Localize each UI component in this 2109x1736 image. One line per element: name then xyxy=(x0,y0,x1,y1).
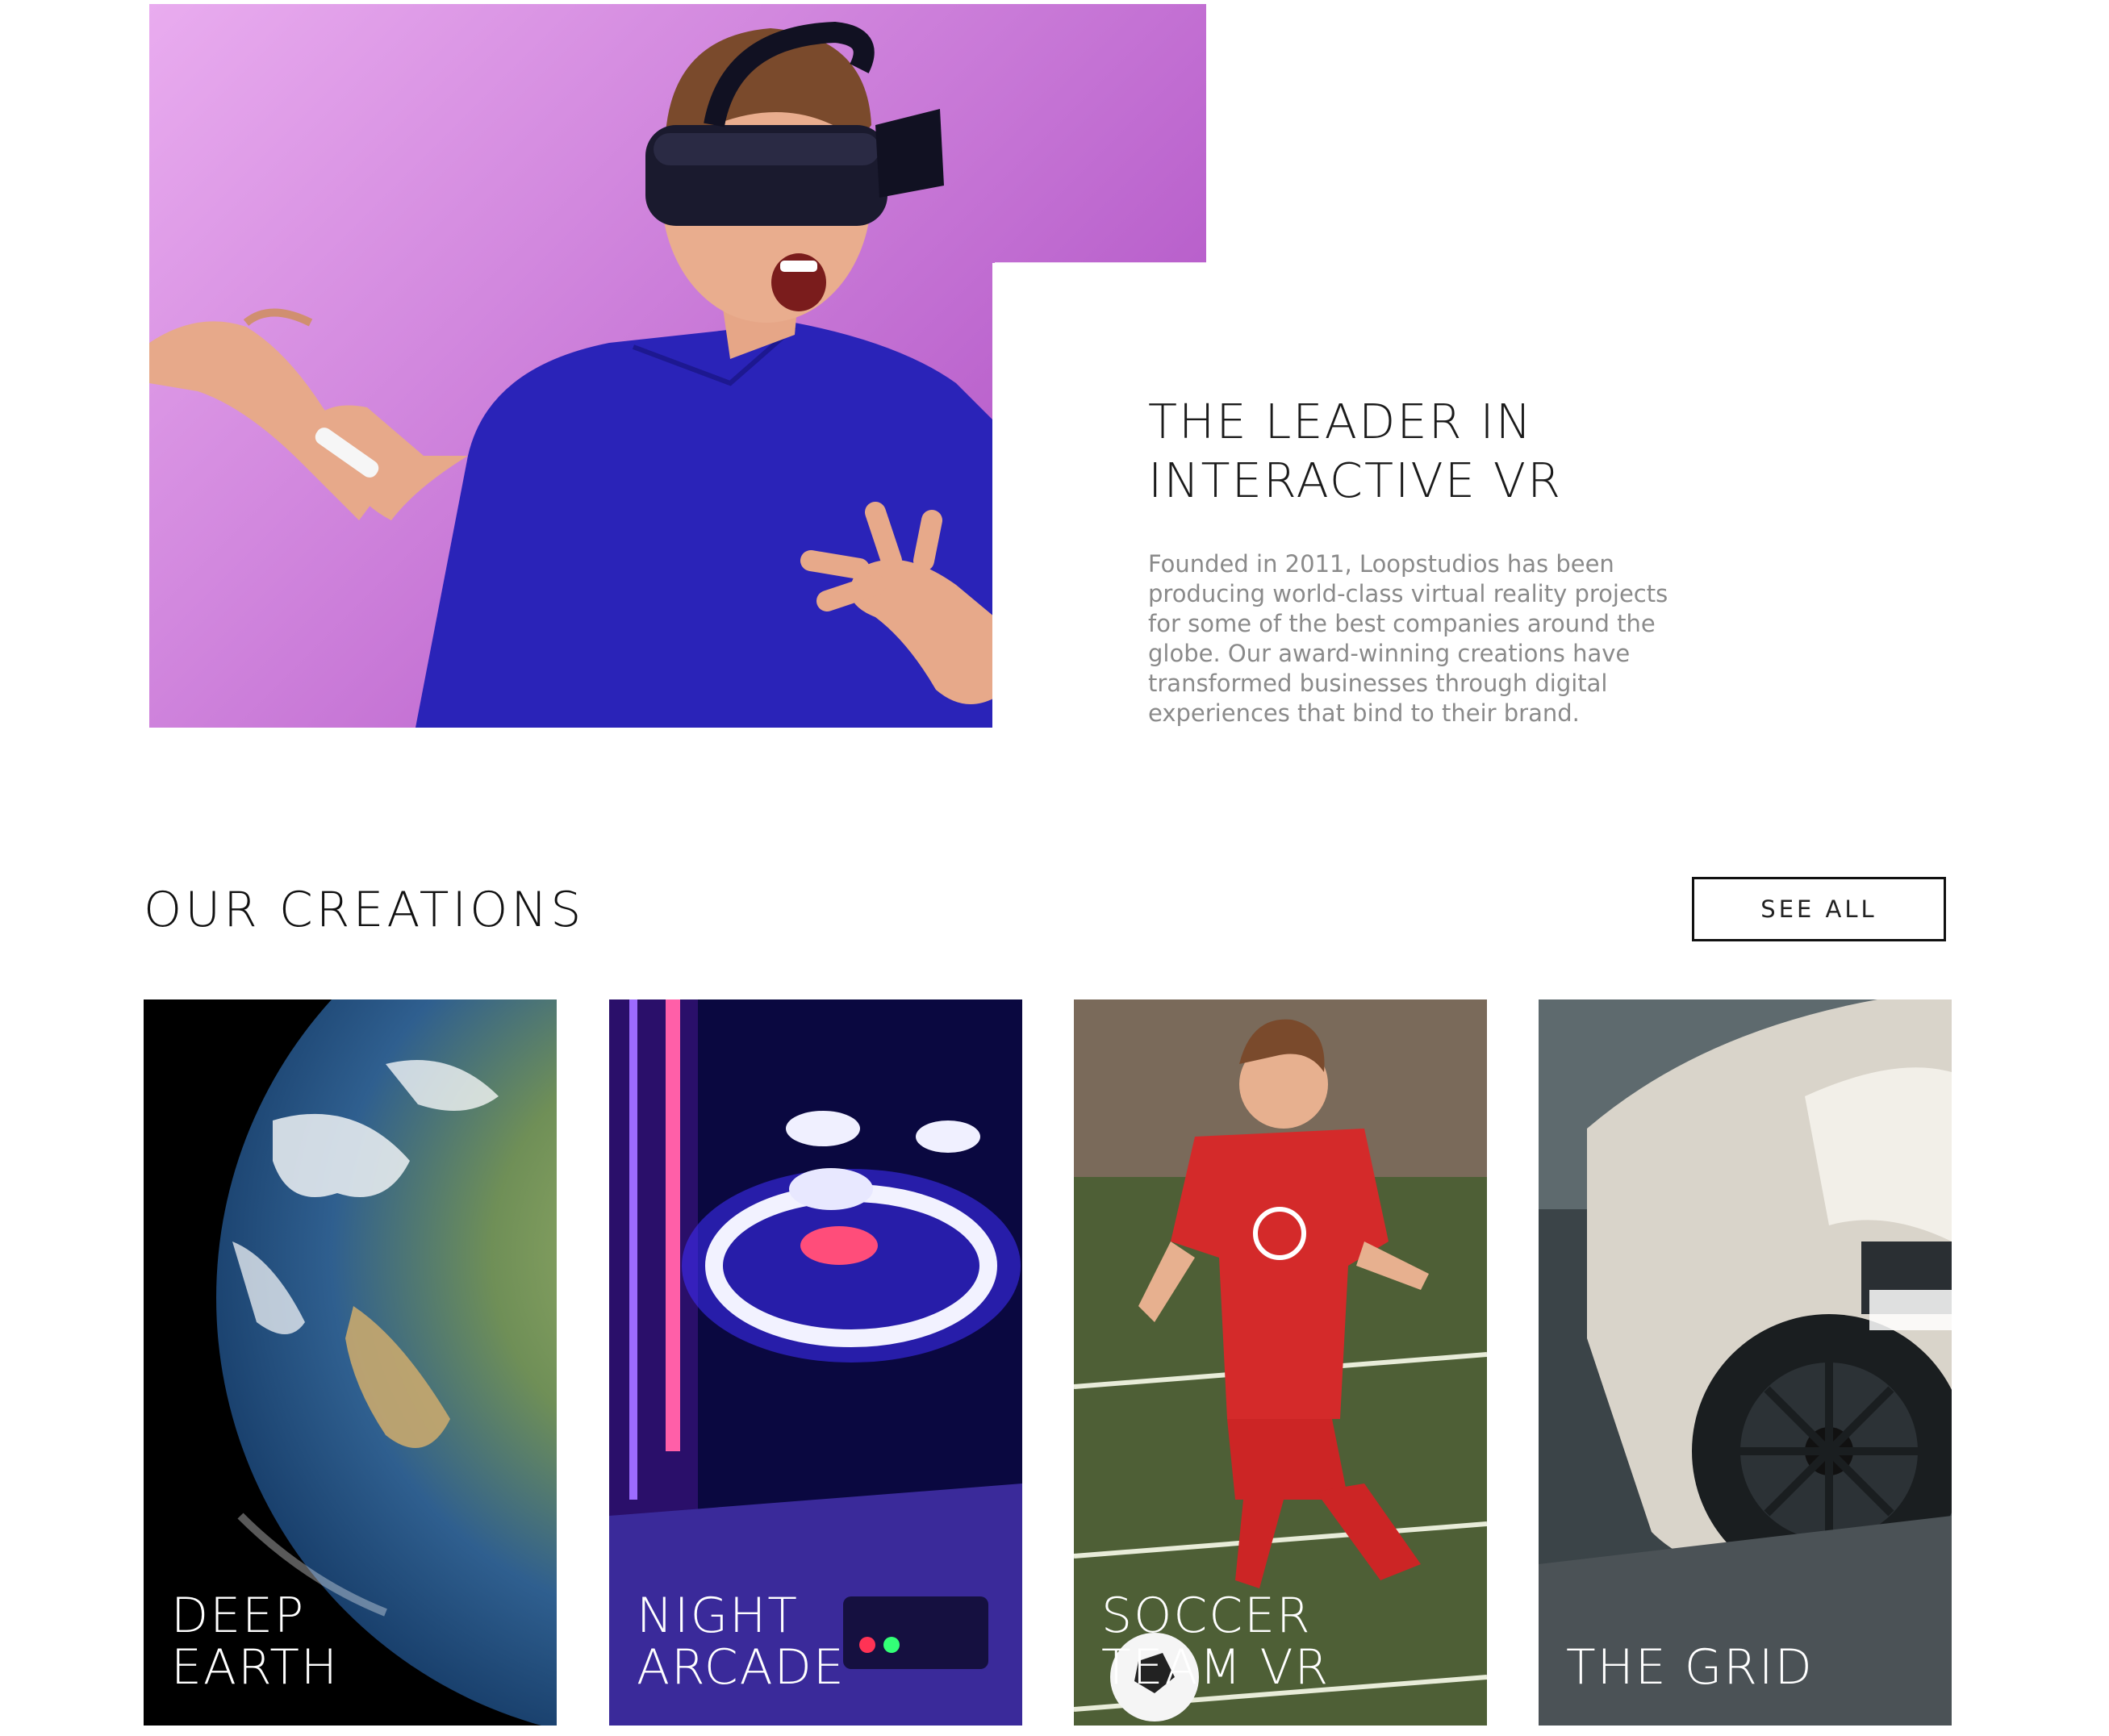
card-label-line: THE GRID xyxy=(1566,1639,1814,1696)
card-label: THE GRID xyxy=(1566,1642,1945,1693)
card-label-line: SOCCER xyxy=(1101,1588,1312,1644)
card-label-line: NIGHT xyxy=(637,1588,799,1644)
page: THE LEADER IN INTERACTIVE VR Founded in … xyxy=(0,0,2109,1736)
card-label: SOCCER TEAM VR xyxy=(1101,1590,1480,1693)
see-all-button[interactable]: SEE ALL xyxy=(1692,877,1946,941)
about-title-line: INTERACTIVE VR xyxy=(1148,453,1563,508)
card-label: NIGHT ARCADE xyxy=(637,1590,1016,1693)
card-label-line: DEEP xyxy=(171,1588,306,1644)
creation-card-soccer-team-vr[interactable]: SOCCER TEAM VR xyxy=(1074,999,1487,1726)
creation-card-deep-earth[interactable]: DEEP EARTH xyxy=(144,999,557,1726)
creation-card-night-arcade[interactable]: NIGHT ARCADE xyxy=(609,999,1022,1726)
card-label: DEEP EARTH xyxy=(171,1590,550,1693)
creations-title: OUR CREATIONS xyxy=(144,882,585,938)
creation-card-the-grid[interactable]: THE GRID xyxy=(1539,999,1952,1726)
about-title-line: THE LEADER IN xyxy=(1148,394,1533,449)
card-label-line: EARTH xyxy=(171,1639,340,1696)
about-title: THE LEADER IN INTERACTIVE VR xyxy=(1148,392,1761,510)
about-description: Founded in 2011, Loopstudios has been pr… xyxy=(1148,550,1668,727)
card-label-line: ARCADE xyxy=(637,1639,846,1696)
card-label-line: TEAM VR xyxy=(1101,1639,1330,1696)
